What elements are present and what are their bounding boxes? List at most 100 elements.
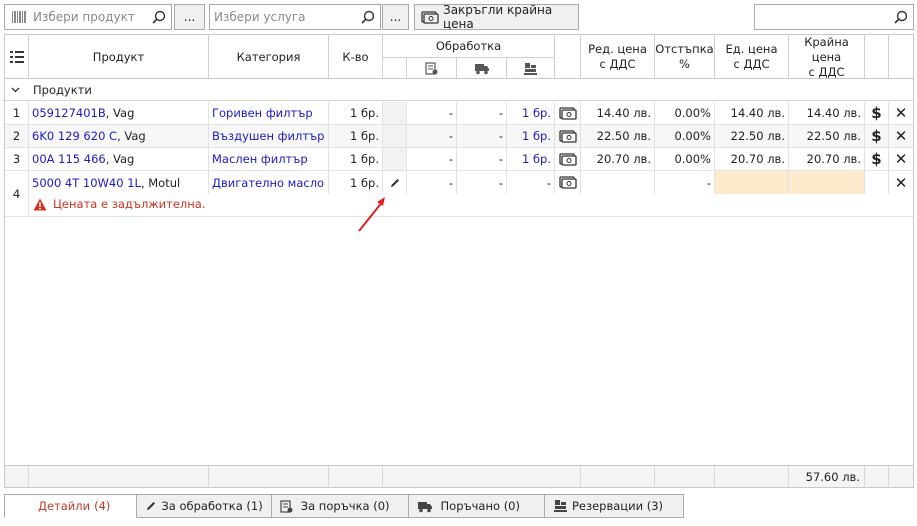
group-row-products[interactable]: Продукти — [5, 79, 913, 101]
tab-for-order[interactable]: За поръчка (0) — [271, 494, 409, 518]
product-code-link[interactable]: 6K0 129 620 C — [32, 129, 117, 143]
reg-price-cell[interactable]: 22.50 лв. — [581, 125, 655, 147]
column-header-qty[interactable]: К-во — [329, 35, 383, 79]
final-price-cell[interactable]: 14.40 лв. — [789, 102, 865, 124]
column-header-final-price[interactable]: Крайна цена с ДДС — [789, 35, 865, 79]
tab-reservations[interactable]: Резервации (3) — [544, 494, 685, 518]
reserved-qty-link[interactable]: 1 бр. — [507, 148, 555, 170]
validation-error: Цената е задължителна. — [33, 197, 205, 211]
column-header-unit-price[interactable]: Ед. цена с ДДС — [715, 35, 789, 79]
pencil-icon — [145, 500, 157, 512]
discount-cell[interactable]: 0.00% — [655, 148, 715, 170]
column-header-product[interactable]: Продукт — [29, 35, 209, 79]
product-cell[interactable]: 059127401B, Vag — [29, 102, 209, 124]
invoice-icon — [425, 62, 438, 75]
service-search-box[interactable] — [209, 4, 381, 30]
search-icon[interactable] — [358, 10, 378, 24]
footer-cell — [29, 466, 209, 488]
grid-search-box[interactable] — [754, 4, 914, 30]
unit-price-cell[interactable]: 20.70 лв. — [715, 148, 789, 170]
product-search-input[interactable] — [29, 10, 149, 24]
price-tag-icon[interactable] — [555, 171, 581, 194]
product-brand: , Vag — [117, 129, 146, 143]
reserved-qty-link[interactable]: 1 бр. — [507, 125, 555, 147]
barcode-icon — [9, 11, 29, 23]
search-icon[interactable] — [891, 10, 911, 24]
service-browse-button[interactable]: ... — [382, 4, 409, 30]
tab-details[interactable]: Детайли (4) — [4, 494, 138, 518]
qty-cell[interactable]: 1 бр. — [329, 102, 383, 124]
round-final-price-label: Закръгли крайна цена — [443, 3, 553, 31]
product-code-link[interactable]: 059127401B — [32, 106, 106, 120]
category-link[interactable]: Горивен филтър — [209, 102, 329, 124]
unit-price-cell[interactable]: 22.50 лв. — [715, 125, 789, 147]
unit-price-cell[interactable]: 14.40 лв. — [715, 102, 789, 124]
column-header-reg-price[interactable]: Ред. цена с ДДС — [581, 35, 655, 79]
edit-cell — [383, 125, 407, 147]
table-row[interactable]: 2 6K0 129 620 C, Vag Въздушен филтър 1 б… — [5, 125, 913, 148]
product-code-link[interactable]: 00A 115 466 — [32, 152, 106, 166]
close-icon[interactable]: ✕ — [889, 102, 913, 124]
reserved-qty-link[interactable]: 1 бр. — [507, 102, 555, 124]
grid-search-input[interactable] — [755, 10, 891, 24]
column-header-reserved[interactable] — [507, 57, 555, 79]
table-row[interactable]: 1 059127401B, Vag Горивен филтър 1 бр. -… — [5, 102, 913, 125]
close-icon[interactable]: ✕ — [889, 171, 913, 194]
delivery-cell: - — [457, 102, 507, 124]
discount-cell[interactable]: 0.00% — [655, 102, 715, 124]
price-tag-icon[interactable] — [555, 148, 581, 170]
search-icon[interactable] — [149, 10, 169, 24]
reg-price-cell[interactable]: 20.70 лв. — [581, 148, 655, 170]
discount-cell[interactable]: 0.00% — [655, 125, 715, 147]
round-final-price-button[interactable]: Закръгли крайна цена — [414, 3, 579, 31]
price-tag-icon[interactable] — [555, 125, 581, 147]
chevron-down-icon[interactable] — [5, 87, 25, 93]
discount-header-line2: % — [679, 57, 690, 71]
qty-cell[interactable]: 1 бр. — [329, 171, 383, 194]
category-link[interactable]: Маслен филтър — [209, 148, 329, 170]
unit-price-cell-required[interactable] — [715, 171, 789, 194]
final-price-cell[interactable]: 22.50 лв. — [789, 125, 865, 147]
close-icon[interactable]: ✕ — [889, 125, 913, 147]
processing-cell: - — [407, 148, 457, 170]
product-browse-button[interactable]: ... — [174, 4, 205, 30]
column-chooser-icon[interactable] — [5, 35, 29, 79]
row-number: 4 — [5, 171, 29, 216]
final-price-cell[interactable]: 20.70 лв. — [789, 148, 865, 170]
category-text: Горивен филтър — [212, 106, 313, 120]
processing-cell: - — [407, 125, 457, 147]
column-header-discount[interactable]: Отстъпка % — [655, 35, 715, 79]
dollar-icon[interactable]: $ — [865, 125, 889, 147]
reg-price-cell[interactable] — [581, 171, 655, 194]
column-header-processing-status[interactable] — [407, 57, 457, 79]
column-header-pay — [865, 35, 889, 79]
category-link[interactable]: Двигателно масло — [209, 171, 329, 194]
edit-cell — [383, 102, 407, 124]
price-tag-icon — [421, 10, 439, 24]
pencil-icon[interactable] — [383, 171, 407, 194]
reg-price-cell[interactable]: 14.40 лв. — [581, 102, 655, 124]
dollar-icon[interactable]: $ — [865, 102, 889, 124]
category-link[interactable]: Въздушен филтър — [209, 125, 329, 147]
delivery-cell: - — [457, 148, 507, 170]
truck-icon — [474, 62, 490, 75]
product-cell[interactable]: 6K0 129 620 C, Vag — [29, 125, 209, 147]
table-row[interactable]: 3 00A 115 466, Vag Маслен филтър 1 бр. -… — [5, 148, 913, 171]
product-brand: , Vag — [105, 152, 135, 166]
product-cell[interactable]: 5000 4T 10W40 1L, Motul — [29, 171, 209, 194]
qty-cell[interactable]: 1 бр. — [329, 125, 383, 147]
price-tag-icon[interactable] — [555, 102, 581, 124]
column-header-category[interactable]: Категория — [209, 35, 329, 79]
close-icon[interactable]: ✕ — [889, 148, 913, 170]
qty-cell[interactable]: 1 бр. — [329, 148, 383, 170]
product-cell[interactable]: 00A 115 466, Vag — [29, 148, 209, 170]
discount-cell[interactable]: - — [655, 171, 715, 194]
column-header-delivery[interactable] — [457, 57, 507, 79]
product-search-box[interactable] — [4, 4, 172, 30]
final-price-cell-required[interactable] — [789, 171, 865, 194]
product-code-link[interactable]: 5000 4T 10W40 1L — [32, 176, 141, 190]
dollar-icon[interactable]: $ — [865, 148, 889, 170]
service-search-input[interactable] — [210, 10, 358, 24]
tab-for-processing[interactable]: За обработка (1) — [137, 494, 272, 518]
tab-ordered[interactable]: Поръчано (0) — [408, 494, 545, 518]
